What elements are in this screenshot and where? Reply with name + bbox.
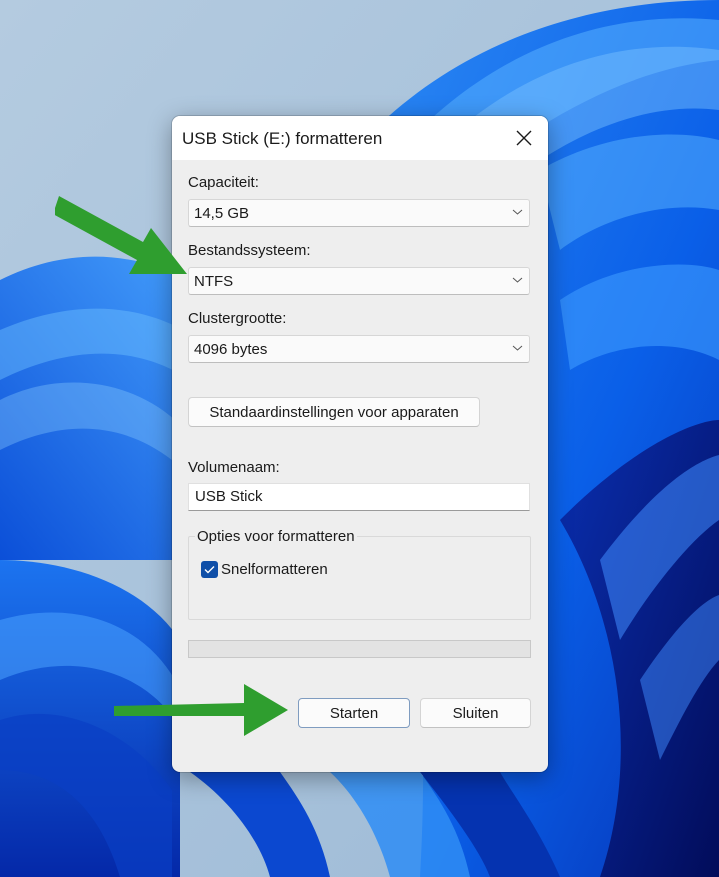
quick-format-checkbox-row[interactable]: Snelformatteren — [201, 561, 328, 578]
close-dialog-button[interactable]: Sluiten — [420, 698, 531, 728]
checkmark-icon — [204, 566, 215, 574]
cluster-size-combobox[interactable]: 4096 bytes — [188, 335, 530, 363]
format-dialog: USB Stick (E:) formatteren Capaciteit: 1… — [172, 116, 548, 772]
annotation-arrow-filesystem — [55, 196, 187, 274]
dialog-title: USB Stick (E:) formatteren — [182, 129, 383, 148]
volume-label-label: Volumenaam: — [188, 459, 280, 476]
volume-label-value: USB Stick — [195, 488, 263, 505]
start-button[interactable]: Starten — [298, 698, 410, 728]
capacity-combobox[interactable]: 14,5 GB — [188, 199, 530, 227]
quick-format-label: Snelformatteren — [221, 561, 328, 578]
filesystem-value: NTFS — [194, 273, 234, 290]
annotation-arrow-start — [114, 684, 288, 736]
chevron-down-icon — [512, 345, 523, 351]
capacity-value: 14,5 GB — [194, 205, 250, 222]
restore-defaults-button[interactable]: Standaardinstellingen voor apparaten — [188, 397, 480, 427]
filesystem-label: Bestandssysteem: — [188, 242, 311, 259]
volume-label-input[interactable]: USB Stick — [188, 483, 530, 511]
capacity-label: Capaciteit: — [188, 174, 259, 191]
format-progress-bar — [188, 640, 531, 658]
cluster-size-value: 4096 bytes — [194, 341, 268, 358]
cluster-size-label: Clustergrootte: — [188, 310, 287, 327]
close-icon — [516, 130, 532, 146]
title-bar: USB Stick (E:) formatteren — [172, 116, 548, 160]
chevron-down-icon — [512, 209, 523, 215]
chevron-down-icon — [512, 277, 523, 283]
filesystem-combobox[interactable]: NTFS — [188, 267, 530, 295]
format-options-legend: Opties voor formatteren — [195, 528, 357, 545]
format-options-group: Opties voor formatteren Snelformatteren — [188, 528, 531, 620]
close-button[interactable] — [500, 116, 548, 160]
quick-format-checkbox[interactable] — [201, 561, 218, 578]
